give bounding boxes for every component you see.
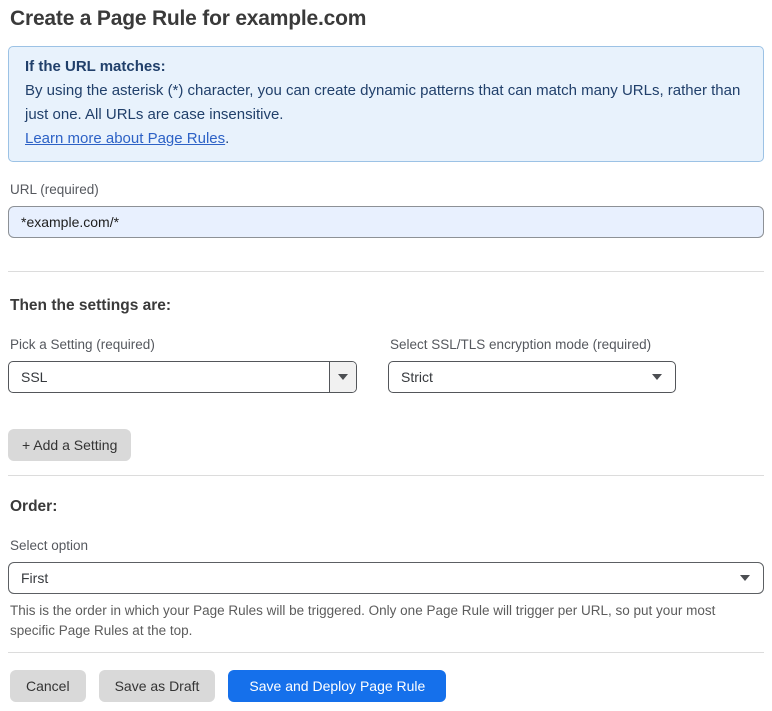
- ssl-mode-label: Select SSL/TLS encryption mode (required…: [390, 337, 652, 352]
- mode-column: Select SSL/TLS encryption mode (required…: [388, 337, 676, 393]
- cancel-button[interactable]: Cancel: [10, 670, 86, 702]
- info-box-body: By using the asterisk (*) character, you…: [25, 82, 741, 123]
- divider: [8, 475, 764, 476]
- add-setting-button[interactable]: + Add a Setting: [8, 429, 132, 461]
- ssl-mode-caret-wrap: [652, 374, 675, 380]
- caret-down-icon: [652, 374, 662, 380]
- caret-down-icon: [740, 575, 750, 581]
- order-helper-text: This is the order in which your Page Rul…: [10, 603, 716, 638]
- info-box-heading: If the URL matches:: [25, 58, 166, 75]
- pick-setting-select-arrow-button[interactable]: [329, 362, 356, 392]
- order-select-label: Select option: [10, 538, 89, 553]
- settings-row: Pick a Setting (required) SSL Select SSL…: [8, 337, 764, 393]
- pick-setting-select[interactable]: SSL: [8, 361, 357, 393]
- order-select-value: First: [21, 570, 49, 586]
- order-section-heading: Order:: [10, 498, 58, 515]
- learn-more-link[interactable]: Learn more about Page Rules: [25, 130, 225, 147]
- caret-down-icon: [338, 374, 348, 380]
- url-match-info-box: If the URL matches: By using the asteris…: [8, 46, 764, 162]
- ssl-mode-select[interactable]: Strict: [388, 361, 676, 393]
- info-box-link-line: Learn more about Page Rules.: [25, 127, 747, 151]
- url-input[interactable]: [8, 206, 764, 238]
- order-select[interactable]: First: [8, 562, 764, 594]
- order-caret-wrap: [740, 575, 763, 581]
- pick-setting-select-value: SSL: [21, 369, 48, 385]
- page-title: Create a Page Rule for example.com: [10, 7, 367, 30]
- create-page-rule-form: Create a Page Rule for example.com If th…: [0, 0, 772, 702]
- setting-column: Pick a Setting (required) SSL: [8, 337, 357, 393]
- url-field-label: URL (required): [10, 182, 99, 197]
- ssl-mode-select-value: Strict: [401, 369, 433, 385]
- link-suffix: .: [225, 130, 230, 147]
- divider: [8, 271, 764, 272]
- save-as-draft-button[interactable]: Save as Draft: [98, 670, 216, 702]
- save-and-deploy-button[interactable]: Save and Deploy Page Rule: [228, 670, 447, 702]
- form-actions: Cancel Save as Draft Save and Deploy Pag…: [10, 670, 764, 702]
- settings-section-heading: Then the settings are:: [10, 297, 172, 314]
- divider: [8, 652, 764, 653]
- pick-setting-label: Pick a Setting (required): [10, 337, 155, 352]
